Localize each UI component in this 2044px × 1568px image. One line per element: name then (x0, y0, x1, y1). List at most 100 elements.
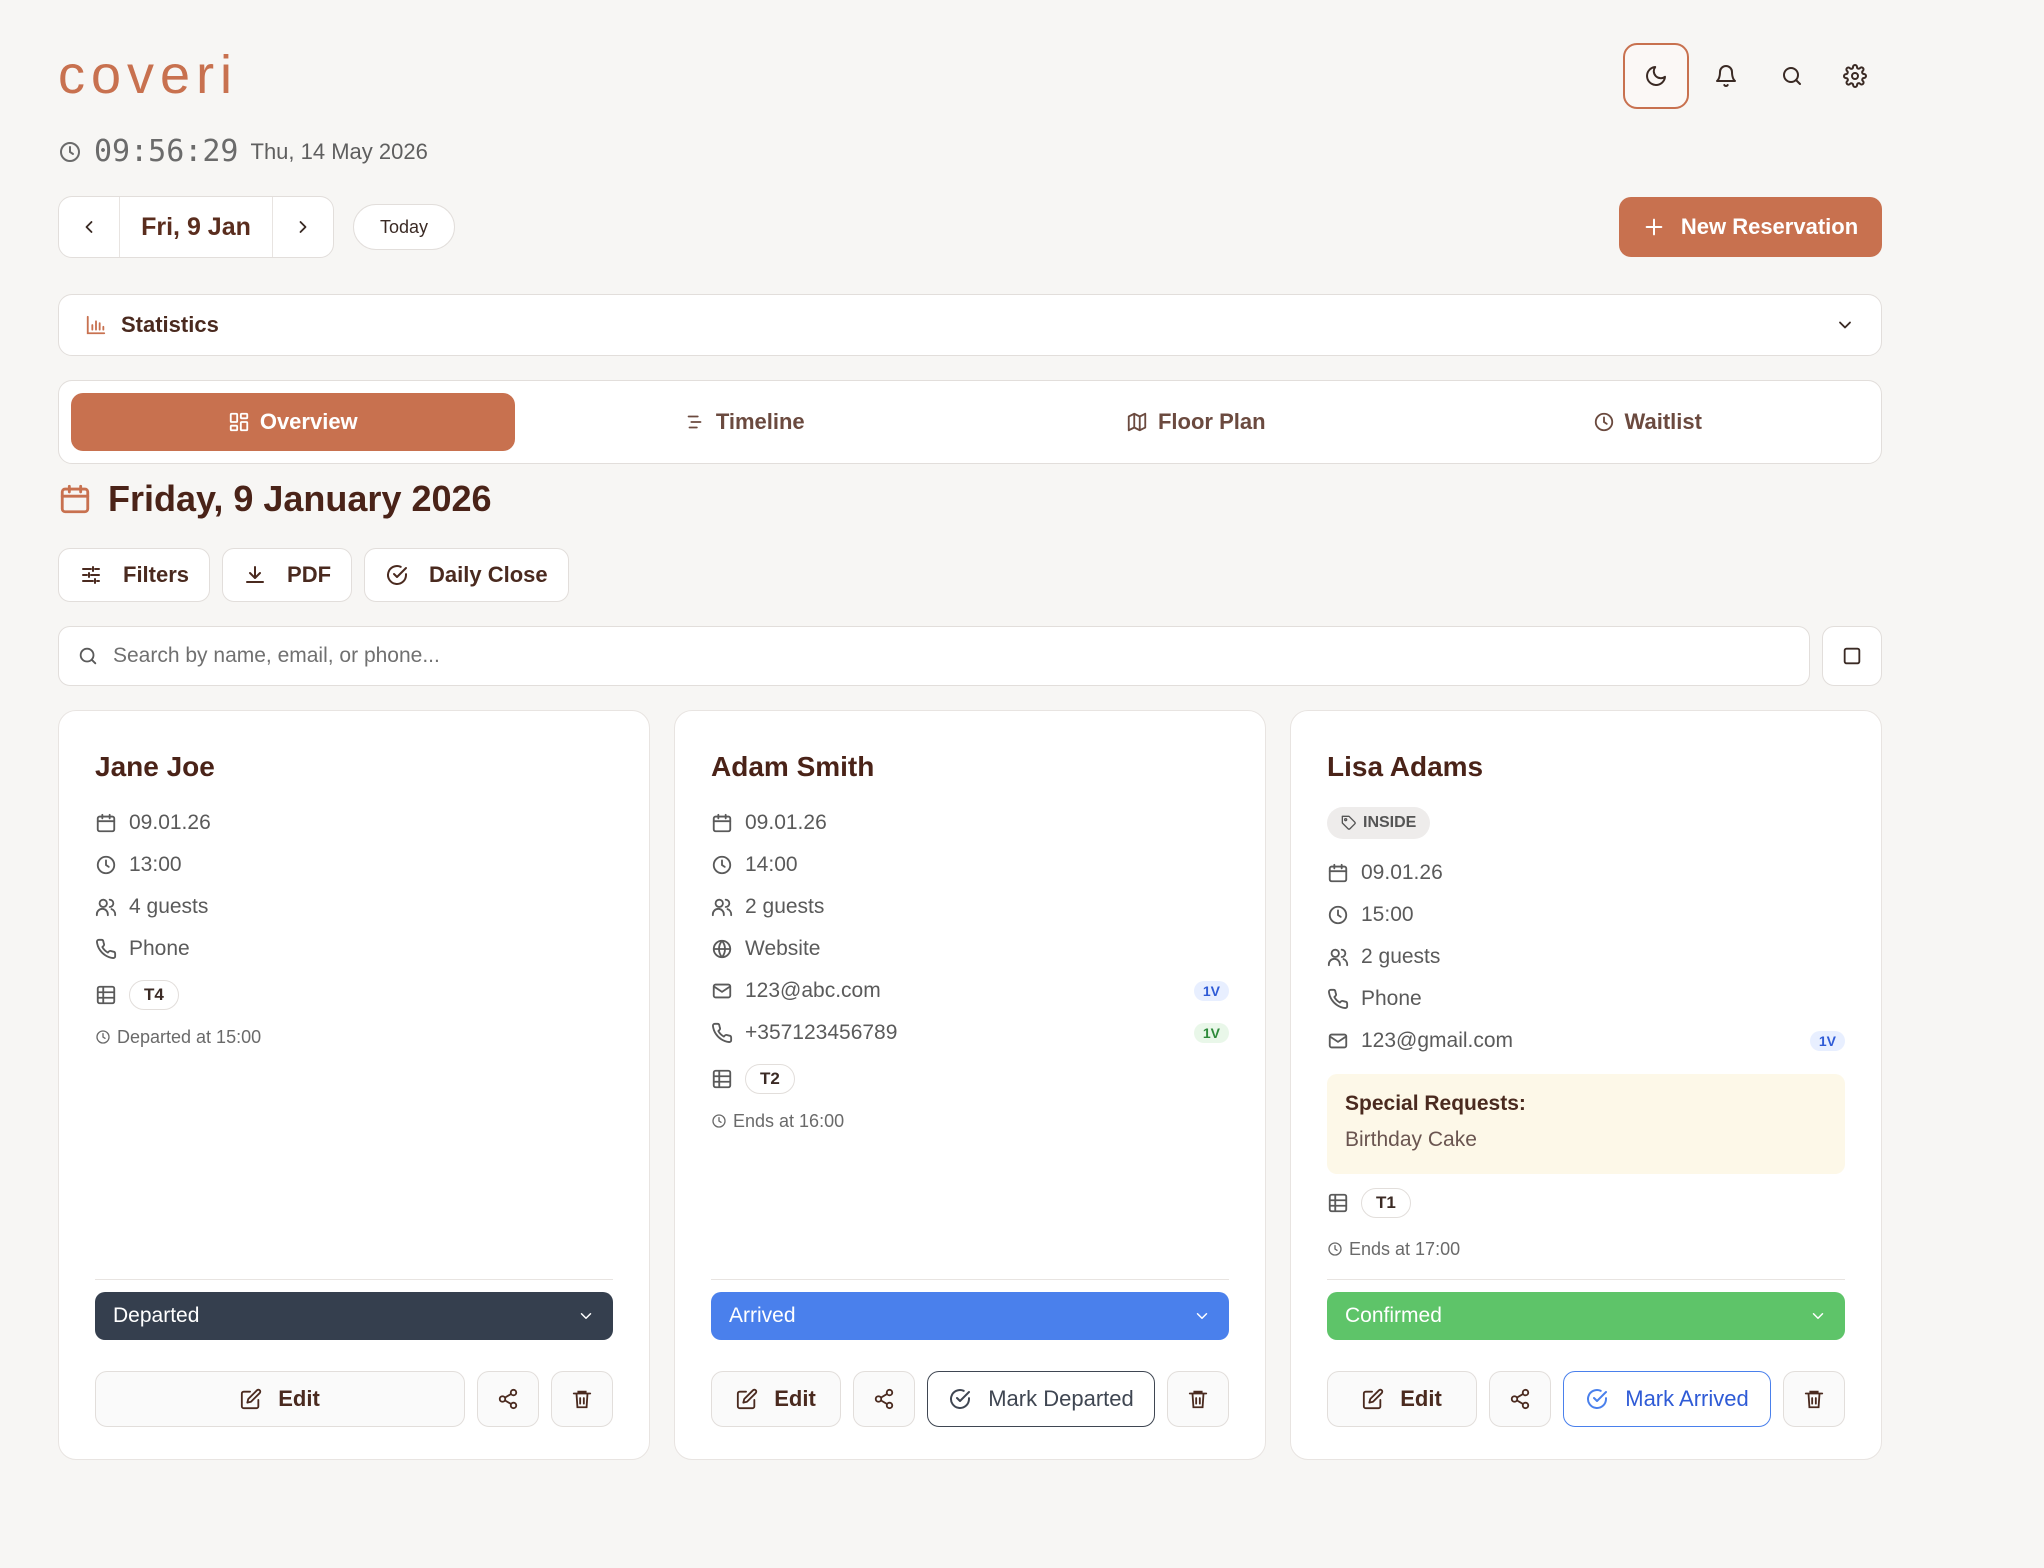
timeline-icon (687, 415, 702, 429)
search-icon (79, 647, 97, 665)
sliders-icon (82, 566, 100, 584)
phone-icon (96, 938, 117, 959)
clock-date: Thu, 14 May 2026 (250, 138, 428, 164)
page-title-text: Friday, 9 January 2026 (108, 478, 492, 519)
edit-button[interactable]: Edit (1327, 1371, 1477, 1427)
notifications-button[interactable] (1693, 43, 1759, 109)
users-icon (95, 898, 117, 917)
mark-arrived-button[interactable]: Mark Arrived (1563, 1371, 1771, 1427)
reservation-card: Jane Joe 09.01.26 13:00 4 guests Phone T… (58, 710, 650, 1460)
status-select[interactable]: Departed (95, 1292, 613, 1340)
select-all-checkbox[interactable] (1822, 626, 1882, 686)
special-requests: Special Requests: Birthday Cake (1327, 1074, 1845, 1174)
checkbox-icon (1843, 647, 1861, 665)
clock-time: 09:56:29 (94, 134, 239, 169)
users-icon (711, 898, 733, 917)
status-select[interactable]: Confirmed (1327, 1292, 1845, 1340)
clock-icon (60, 141, 80, 162)
table-icon (712, 1069, 732, 1089)
chevron-down-icon (580, 1313, 592, 1319)
date-navigator: Fri, 9 Jan (58, 196, 334, 258)
table-badge[interactable]: T1 (1361, 1188, 1411, 1218)
daily-close-button[interactable]: Daily Close (364, 548, 569, 602)
card-actions: Edit Mark Departed (711, 1371, 1229, 1427)
reservation-time: 14:00 (711, 849, 1229, 881)
pdf-button[interactable]: PDF (222, 548, 353, 602)
trash-icon (1188, 1390, 1208, 1409)
guest-name: Lisa Adams (1327, 751, 1484, 782)
new-reservation-label: New Reservation (1680, 214, 1859, 239)
delete-button[interactable] (1783, 1371, 1845, 1427)
prev-day-button[interactable] (59, 197, 119, 257)
mark-departed-button[interactable]: Mark Departed (927, 1371, 1155, 1427)
guest-count: 4 guests (95, 891, 613, 923)
share-button[interactable] (853, 1371, 915, 1427)
clock-icon (1594, 412, 1613, 432)
search-button[interactable] (1759, 43, 1825, 109)
edit-icon (241, 1388, 262, 1410)
chevron-down-icon (1196, 1313, 1208, 1319)
tab-overview-label: Overview (259, 409, 358, 434)
tab-timeline-label: Timeline (715, 409, 805, 434)
chevron-down-icon (1839, 321, 1851, 329)
edit-button[interactable]: Edit (711, 1371, 841, 1427)
status-note: Departed at 15:00 (95, 1025, 261, 1049)
guest-count: 2 guests (711, 891, 1229, 923)
status-note: Ends at 17:00 (1327, 1237, 1460, 1261)
table-assignment: T2 (711, 1063, 1229, 1095)
tab-waitlist[interactable]: Waitlist (1426, 393, 1870, 451)
special-requests-text: Birthday Cake (1345, 1128, 1477, 1151)
edit-button[interactable]: Edit (95, 1371, 465, 1427)
share-button[interactable] (477, 1371, 539, 1427)
search-bar (58, 626, 1810, 686)
share-icon (874, 1388, 894, 1410)
page-title: Friday, 9 January 2026 (58, 478, 492, 520)
check-circle-icon (950, 1389, 971, 1409)
delete-button[interactable] (551, 1371, 613, 1427)
booking-source: Phone (1327, 983, 1845, 1015)
divider (95, 1279, 613, 1280)
current-date-label[interactable]: Fri, 9 Jan (119, 197, 273, 257)
search-icon (1783, 67, 1801, 85)
filters-button[interactable]: Filters (58, 548, 211, 602)
status-note: Ends at 16:00 (711, 1109, 844, 1133)
phone-icon (712, 1022, 733, 1043)
grid-icon (229, 412, 248, 432)
settings-button[interactable] (1822, 43, 1888, 109)
download-icon (246, 566, 265, 583)
new-reservation-button[interactable]: New Reservation (1619, 197, 1882, 257)
tab-waitlist-label: Waitlist (1624, 409, 1702, 434)
tab-floor-plan[interactable]: Floor Plan (974, 393, 1418, 451)
reservation-time: 15:00 (1327, 899, 1845, 931)
search-input[interactable] (113, 644, 1791, 668)
chevron-down-icon (1812, 1313, 1824, 1319)
trash-icon (1804, 1390, 1824, 1409)
status-select[interactable]: Arrived (711, 1292, 1229, 1340)
moon-icon (1646, 66, 1666, 86)
map-icon (1127, 412, 1147, 432)
table-badge[interactable]: T4 (129, 980, 179, 1010)
pdf-label: PDF (287, 562, 332, 587)
delete-button[interactable] (1167, 1371, 1229, 1427)
card-actions: Edit (95, 1371, 613, 1427)
share-button[interactable] (1489, 1371, 1551, 1427)
statistics-label: Statistics (121, 312, 219, 337)
mail-icon (1328, 1033, 1348, 1049)
theme-toggle-button[interactable] (1623, 43, 1689, 109)
table-badge[interactable]: T2 (745, 1064, 795, 1094)
tab-overview[interactable]: Overview (71, 393, 515, 451)
check-circle-icon (1587, 1389, 1608, 1409)
today-button[interactable]: Today (353, 204, 455, 250)
tab-timeline[interactable]: Timeline (523, 393, 967, 451)
statistics-panel[interactable]: Statistics (58, 294, 1882, 356)
calendar-icon (712, 813, 732, 833)
share-icon (1510, 1388, 1530, 1410)
reservation-date: 09.01.26 (711, 807, 1229, 839)
tag-icon (1341, 815, 1356, 830)
next-day-button[interactable] (273, 197, 333, 257)
globe-icon (712, 939, 732, 959)
users-icon (1327, 948, 1349, 967)
reservation-card: Adam Smith 09.01.26 14:00 2 guests Websi… (674, 710, 1266, 1460)
share-icon (498, 1388, 518, 1410)
guest-email: 123@abc.com 1V (711, 975, 1229, 1007)
